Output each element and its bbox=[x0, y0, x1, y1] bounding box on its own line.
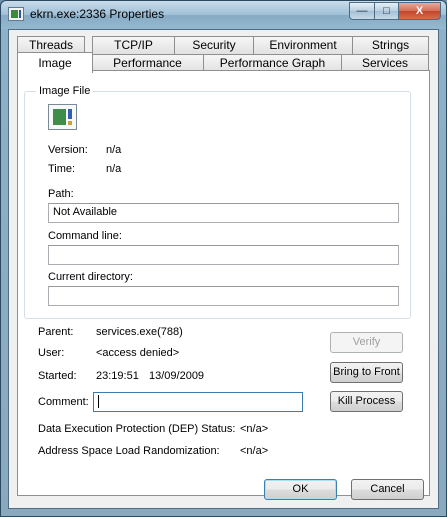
started-date: 13/09/2009 bbox=[149, 370, 205, 382]
ok-button[interactable]: OK bbox=[264, 479, 337, 500]
close-button[interactable]: X bbox=[398, 2, 441, 20]
minimize-button[interactable]: — bbox=[349, 2, 375, 20]
time-label: Time: bbox=[48, 163, 76, 175]
verify-button[interactable]: Verify bbox=[330, 332, 403, 353]
comment-field[interactable] bbox=[93, 392, 303, 412]
tab-tcpip[interactable]: TCP/IP bbox=[92, 36, 175, 54]
version-label: Version: bbox=[48, 144, 88, 156]
command-line-field[interactable] bbox=[48, 245, 399, 265]
user-value: <access denied> bbox=[96, 347, 180, 359]
current-directory-field[interactable] bbox=[48, 286, 399, 306]
tab-environment[interactable]: Environment bbox=[253, 36, 353, 54]
app-icon bbox=[48, 104, 77, 130]
aslr-label: Address Space Load Randomization: bbox=[38, 445, 220, 457]
user-label: User: bbox=[38, 347, 65, 359]
started-label: Started: bbox=[38, 370, 77, 382]
command-line-label: Command line: bbox=[48, 230, 122, 242]
version-value: n/a bbox=[106, 144, 122, 156]
image-file-group-title: Image File bbox=[36, 85, 94, 97]
path-label: Path: bbox=[48, 188, 74, 200]
window-title: ekrn.exe:2336 Properties bbox=[30, 7, 165, 21]
cancel-button[interactable]: Cancel bbox=[351, 479, 424, 500]
title-bar[interactable]: ekrn.exe:2336 Properties — □ X bbox=[1, 1, 446, 29]
maximize-button[interactable]: □ bbox=[374, 2, 399, 20]
started-time: 23:19:51 bbox=[96, 370, 139, 382]
aslr-value: <n/a> bbox=[240, 445, 269, 457]
tab-security[interactable]: Security bbox=[174, 36, 254, 54]
kill-process-button[interactable]: Kill Process bbox=[330, 391, 403, 412]
tab-image[interactable]: Image bbox=[17, 52, 93, 73]
current-directory-label: Current directory: bbox=[48, 271, 133, 283]
parent-label: Parent: bbox=[38, 326, 74, 338]
text-caret bbox=[98, 395, 99, 408]
tab-strings[interactable]: Strings bbox=[352, 36, 429, 54]
app-icon bbox=[8, 7, 24, 21]
bring-to-front-button[interactable]: Bring to Front bbox=[330, 362, 403, 383]
dep-status-label: Data Execution Protection (DEP) Status: bbox=[38, 423, 236, 435]
parent-value: services.exe(788) bbox=[96, 326, 183, 338]
dep-status-value: <n/a> bbox=[240, 423, 269, 435]
comment-label: Comment: bbox=[38, 396, 89, 408]
time-value: n/a bbox=[106, 163, 122, 175]
path-field[interactable]: Not Available bbox=[48, 203, 399, 223]
